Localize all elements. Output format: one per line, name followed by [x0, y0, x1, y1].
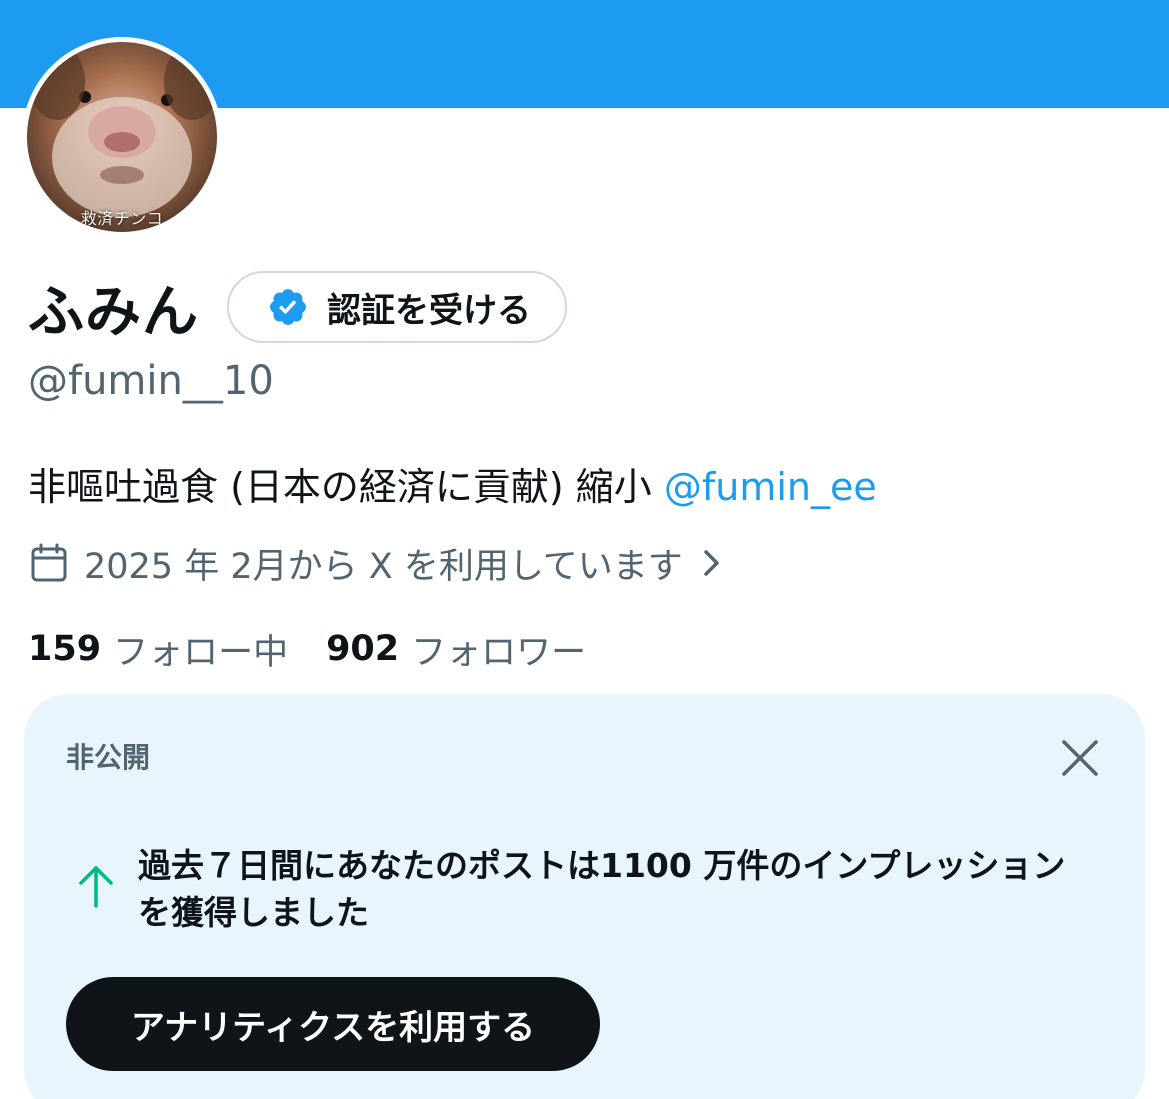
bio-text: 非嘔吐過食 (日本の経済に貢献) 縮小 — [28, 465, 664, 509]
avatar-image — [27, 42, 217, 232]
display-name: ふみん — [28, 279, 199, 345]
calendar-icon — [31, 543, 67, 582]
joined-date-text: 2025 年 2月から X を利用しています — [84, 546, 683, 587]
name-row: ふみん 認証を受ける — [28, 266, 567, 348]
insight-card: 非公開 過去７日間にあなたのポストは1100 万件のインプレッションを獲得しまし… — [24, 694, 1145, 1099]
following-count[interactable]: 159 — [28, 629, 101, 669]
get-verified-button[interactable]: 認証を受ける — [227, 271, 567, 343]
get-verified-label: 認証を受ける — [327, 290, 531, 331]
user-handle: @fumin__10 — [28, 358, 274, 404]
follow-stats: 159 フォロー中 902 フォロワー — [28, 624, 586, 674]
profile-bio: 非嘔吐過食 (日本の経済に貢献) 縮小 @fumin_ee — [28, 456, 877, 511]
joined-date-row[interactable]: 2025 年 2月から X を利用しています — [30, 538, 723, 588]
followers-label[interactable]: フォロワー — [411, 624, 586, 675]
avatar[interactable]: 救済チンコ — [27, 42, 217, 232]
impressions-message: 過去７日間にあなたのポストは1100 万件のインプレッションを獲得しました — [138, 846, 1066, 932]
followers-count[interactable]: 902 — [326, 629, 399, 669]
close-button[interactable] — [1058, 736, 1102, 780]
close-icon — [1062, 740, 1098, 776]
card-title: 非公開 — [66, 741, 151, 774]
arrow-up-icon — [79, 866, 113, 908]
use-analytics-button[interactable]: アナリティクスを利用する — [66, 977, 600, 1071]
bio-mention-link[interactable]: @fumin_ee — [664, 465, 877, 509]
avatar-caption: 救済チンコ — [80, 209, 164, 228]
following-label[interactable]: フォロー中 — [113, 624, 288, 675]
verified-badge-icon — [270, 289, 306, 325]
chevron-right-icon — [704, 550, 719, 576]
profile-page: 救済チンコ ふみん 認証を受ける @fumin__10 非嘔吐過食 (日本の経済… — [0, 0, 1169, 1099]
